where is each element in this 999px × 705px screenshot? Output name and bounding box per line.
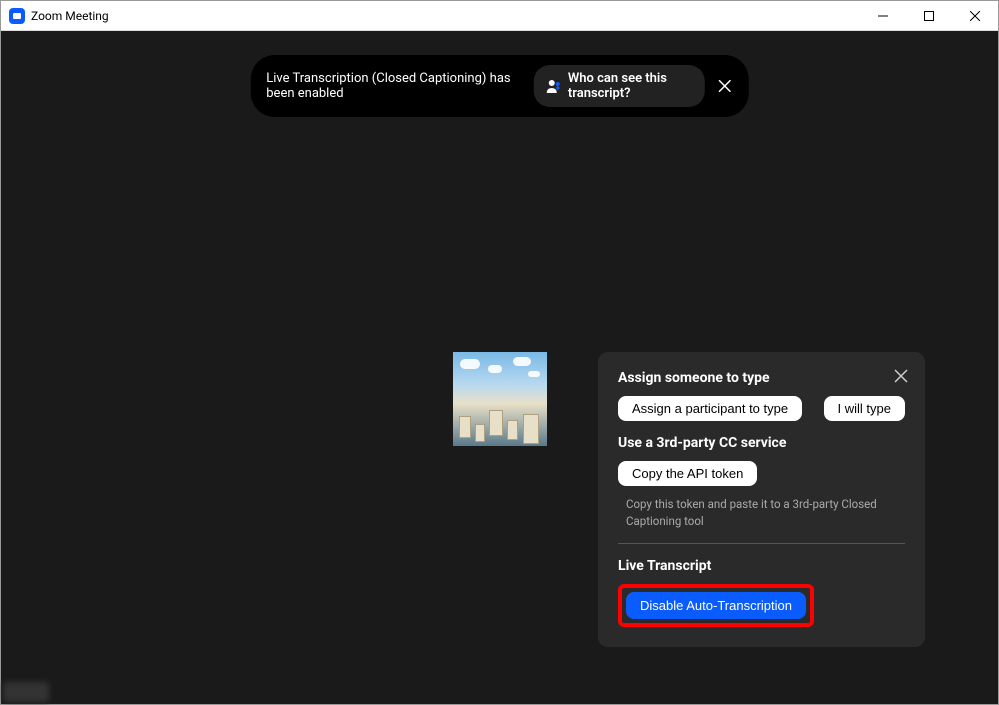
who-can-see-link[interactable]: Who can see this transcript? [534,65,705,107]
landscape-decoration [453,396,547,446]
participant-video-tile[interactable] [453,352,547,446]
popup-divider [618,543,905,544]
assign-section-title: Assign someone to type [618,370,905,386]
person-icon [546,78,562,94]
highlight-annotation: Disable Auto-Transcription [618,584,814,627]
live-transcript-section-title: Live Transcript [618,558,905,574]
window-title: Zoom Meeting [31,9,109,23]
blurred-region [3,682,49,702]
close-window-button[interactable] [952,1,998,31]
third-party-section-title: Use a 3rd-party CC service [618,435,905,451]
maximize-button[interactable] [906,1,952,31]
copy-api-token-button[interactable]: Copy the API token [618,461,757,486]
zoom-logo-icon [9,8,25,24]
transcription-toast: Live Transcription (Closed Captioning) h… [250,55,749,117]
assign-participant-button[interactable]: Assign a participant to type [618,396,802,421]
toast-link-label: Who can see this transcript? [568,71,693,101]
window-controls [860,1,998,31]
minimize-button[interactable] [860,1,906,31]
api-token-hint: Copy this token and paste it to a 3rd-pa… [618,496,905,529]
disable-auto-transcription-button[interactable]: Disable Auto-Transcription [626,592,806,619]
titlebar: Zoom Meeting [1,1,998,31]
sky-decoration [458,357,542,385]
closed-caption-popup: Assign someone to type Assign a particip… [598,352,925,647]
app-window: Zoom Meeting Live Transcription (Closed … [0,0,999,705]
i-will-type-button[interactable]: I will type [824,396,905,421]
meeting-content-area: Live Transcription (Closed Captioning) h… [1,31,998,704]
titlebar-left: Zoom Meeting [9,8,109,24]
toast-close-button[interactable] [717,76,733,96]
toast-message: Live Transcription (Closed Captioning) h… [266,71,522,101]
popup-close-button[interactable] [891,366,911,386]
